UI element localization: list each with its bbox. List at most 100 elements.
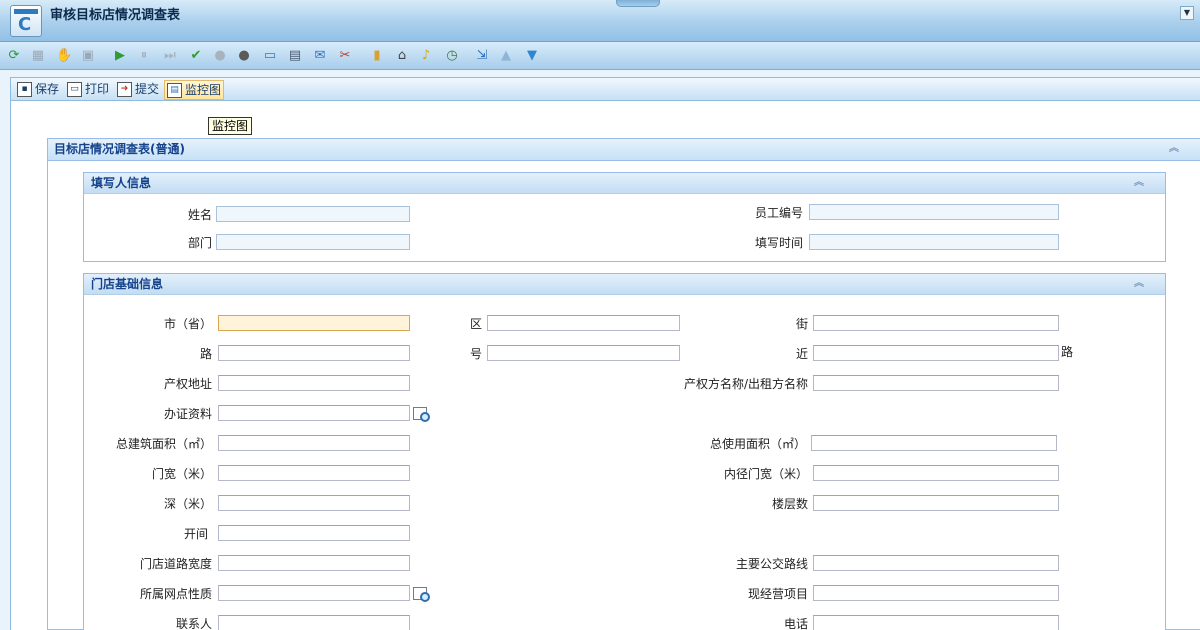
phone-input[interactable]	[813, 615, 1059, 630]
play-icon[interactable]: ▶	[112, 48, 128, 64]
bays-label: 开间	[183, 527, 208, 541]
employee-number-field[interactable]	[809, 204, 1059, 220]
comment-icon[interactable]: ▭	[262, 48, 278, 64]
depth-input[interactable]	[218, 495, 410, 511]
printer-icon: ▭	[67, 82, 82, 97]
road-width-input[interactable]	[218, 555, 410, 571]
submit-button[interactable]: ➜ 提交	[115, 80, 159, 100]
monitor-chart-icon: ▤	[167, 83, 182, 98]
door-width-label: 门宽（米）	[151, 467, 212, 481]
collapse-icon[interactable]: ︽	[1133, 278, 1145, 290]
street-input[interactable]	[813, 315, 1059, 331]
stop-icon[interactable]: ●	[212, 48, 228, 64]
print-button[interactable]: ▭ 打印	[65, 80, 109, 100]
icon-toolbar: ⟳ ▦ ✋ ▣ ▶ ⏸ ⏭ ✔ ● ● ▭ ▤ ✉ ✂ ▮ ⌂ ♪ ◷ ⇲ ▲ ▼	[0, 42, 1200, 70]
floors-input[interactable]	[813, 495, 1059, 511]
filler-info-header: 填写人信息 ︽	[84, 173, 1165, 194]
filler-info-title: 填写人信息	[91, 176, 152, 190]
certificate-docs-label: 办证资料	[163, 407, 212, 421]
property-address-input[interactable]	[218, 375, 410, 391]
lookup-icon[interactable]	[413, 407, 430, 422]
tools-icon[interactable]: ✂	[337, 48, 353, 64]
usable-area-label: 总使用面积（㎡）	[709, 437, 806, 451]
arrow-down-icon[interactable]: ▼	[524, 48, 540, 64]
usable-area-input[interactable]	[811, 435, 1057, 451]
lookup-icon[interactable]	[413, 587, 430, 602]
name-field[interactable]	[216, 206, 410, 222]
window-title: 审核目标店情况调查表	[50, 8, 181, 23]
action-toolbar: ▪ 保存 ▭ 打印 ➜ 提交 ▤ 监控图	[10, 77, 1200, 101]
attachment-icon[interactable]: ⌂	[394, 48, 410, 64]
outlet-type-input[interactable]	[218, 585, 410, 601]
save-button[interactable]: ▪ 保存	[15, 80, 59, 100]
collapse-grip-handle[interactable]	[616, 0, 660, 7]
contact-input[interactable]	[218, 615, 410, 630]
door-width-input[interactable]	[218, 465, 410, 481]
inner-door-width-input[interactable]	[813, 465, 1059, 481]
pause-icon[interactable]: ⏸	[136, 48, 152, 64]
outlet-type-label: 所属网点性质	[139, 587, 212, 601]
skip-icon[interactable]: ⏭	[162, 48, 178, 64]
department-field[interactable]	[216, 234, 410, 250]
submit-arrow-icon: ➜	[117, 82, 132, 97]
road-width-label: 门店道路宽度	[139, 557, 212, 571]
store-info-title: 门店基础信息	[91, 277, 164, 291]
form-panel-title: 目标店情况调查表(普通)	[54, 142, 185, 156]
print-button-label: 打印	[85, 82, 110, 96]
street-label: 街	[795, 317, 808, 331]
phone-label: 电话	[783, 617, 808, 630]
owner-name-label: 产权方名称/出租方名称	[683, 377, 808, 391]
title-bar: 审核目标店情况调查表 ▼	[0, 0, 1200, 42]
city-input[interactable]	[218, 315, 410, 331]
grid-icon[interactable]: ▦	[30, 48, 46, 64]
district-label: 区	[469, 317, 482, 331]
clipboard-icon[interactable]: ▮	[369, 48, 385, 64]
refresh-icon[interactable]: ⟳	[6, 48, 22, 64]
road-input[interactable]	[218, 345, 410, 361]
history-icon[interactable]: ◷	[444, 48, 460, 64]
bus-routes-input[interactable]	[813, 555, 1059, 571]
print-doc-icon[interactable]: ▤	[287, 48, 303, 64]
near-road-suffix: 路	[1061, 345, 1074, 359]
record-icon[interactable]: ●	[236, 48, 252, 64]
window-icon[interactable]: ▣	[80, 48, 96, 64]
owner-name-input[interactable]	[813, 375, 1059, 391]
certificate-docs-input[interactable]	[218, 405, 410, 421]
bays-input[interactable]	[218, 525, 410, 541]
district-input[interactable]	[487, 315, 680, 331]
collapse-icon[interactable]: ︽	[1168, 143, 1180, 155]
depth-label: 深（米）	[163, 497, 212, 511]
monitor-chart-button[interactable]: ▤ 监控图	[164, 80, 225, 100]
save-button-label: 保存	[35, 82, 60, 96]
total-area-label: 总建筑面积（㎡）	[115, 437, 212, 451]
submit-button-label: 提交	[135, 82, 160, 96]
bus-routes-label: 主要公交路线	[735, 557, 808, 571]
floppy-disk-icon: ▪	[17, 82, 32, 97]
fill-time-label: 填写时间	[754, 236, 803, 250]
near-input[interactable]	[813, 345, 1059, 361]
city-label: 市（省）	[163, 317, 212, 331]
total-area-input[interactable]	[218, 435, 410, 451]
inner-door-width-label: 内径门宽（米）	[723, 467, 808, 481]
department-label: 部门	[187, 236, 212, 250]
contact-label: 联系人	[175, 617, 212, 630]
window-menu-dropdown-icon[interactable]: ▼	[1180, 6, 1194, 20]
thumbs-down-icon[interactable]: ✋	[56, 48, 72, 64]
export-icon[interactable]: ⇲	[474, 48, 490, 64]
property-address-label: 产权地址	[163, 377, 212, 391]
store-info-header: 门店基础信息 ︽	[84, 274, 1165, 295]
mail-forward-icon[interactable]: ✉	[312, 48, 328, 64]
arrow-up-icon[interactable]: ▲	[498, 48, 514, 64]
app-logo-icon	[10, 5, 42, 37]
bell-icon[interactable]: ♪	[418, 48, 434, 64]
collapse-icon[interactable]: ︽	[1133, 177, 1145, 189]
current-business-label: 现经营项目	[747, 587, 808, 601]
floors-label: 楼层数	[771, 497, 808, 511]
approve-icon[interactable]: ✔	[188, 48, 204, 64]
fill-time-field[interactable]	[809, 234, 1059, 250]
number-input[interactable]	[487, 345, 680, 361]
name-label: 姓名	[187, 208, 212, 222]
monitor-chart-button-label: 监控图	[185, 83, 222, 97]
form-panel-header: 目标店情况调查表(普通) ︽	[48, 139, 1200, 161]
current-business-input[interactable]	[813, 585, 1059, 601]
